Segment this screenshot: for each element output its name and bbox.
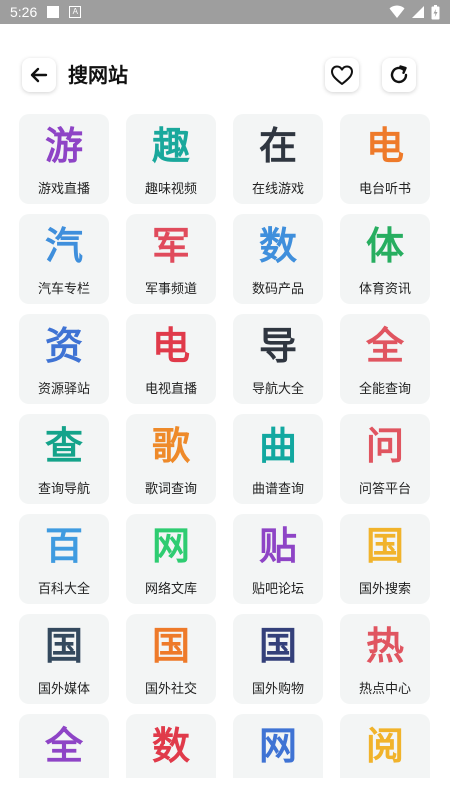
tile-label: 全能查询 [358, 382, 411, 397]
site-category-tile[interactable]: 热热点中心 [340, 614, 430, 704]
heart-icon [331, 65, 353, 85]
tile-label: 资源驿站 [37, 382, 90, 397]
tile-icon-char: 体 [365, 224, 404, 268]
site-category-tile[interactable]: 趣趣味视频 [126, 114, 216, 204]
refresh-button[interactable] [382, 58, 416, 92]
signal-icon [412, 6, 424, 18]
tile-icon-char: 数 [151, 724, 190, 768]
site-category-tile[interactable]: 贴贴吧论坛 [233, 514, 323, 604]
tile-icon-char: 国 [44, 624, 83, 668]
tile-icon-char: 趣 [151, 124, 190, 168]
tile-icon-char: 导 [258, 324, 297, 368]
tile-icon-char: 军 [151, 224, 190, 268]
site-category-tile[interactable]: 全全能查询 [340, 314, 430, 404]
tile-label: 电台听书 [358, 182, 411, 197]
tile-label: 曲谱查询 [251, 482, 304, 497]
notification-icon [47, 6, 60, 18]
tile-icon-char: 查 [44, 424, 83, 468]
tile-icon-char: 国 [365, 524, 404, 568]
site-category-tile[interactable]: 在在线游戏 [233, 114, 323, 204]
tile-label: 国外社交 [144, 682, 197, 697]
site-category-tile[interactable]: 歌歌词查询 [126, 414, 216, 504]
tile-icon-char: 在 [258, 124, 297, 168]
tile-icon-char: 曲 [258, 424, 297, 468]
site-category-tile[interactable]: 电电视直播 [126, 314, 216, 404]
tile-label: 游戏直播 [37, 182, 90, 197]
tile-label: 歌词查询 [144, 482, 197, 497]
tile-icon-char: 电 [151, 324, 190, 368]
tile-icon-char: 国 [258, 624, 297, 668]
tile-icon-char: 游 [44, 124, 83, 168]
site-category-tile[interactable]: 数数码产品 [233, 214, 323, 304]
site-category-tile[interactable]: 百百科大全 [19, 514, 109, 604]
tile-icon-char: 网 [258, 724, 297, 768]
site-category-tile[interactable]: 国国外社交 [126, 614, 216, 704]
tile-icon-char: 国 [151, 624, 190, 668]
site-category-tile[interactable]: 全 [19, 714, 109, 778]
site-category-tile[interactable]: 国国外购物 [233, 614, 323, 704]
tile-icon-char: 网 [151, 524, 190, 568]
a-badge-icon: A [69, 6, 82, 18]
site-category-tile[interactable]: 体体育资讯 [340, 214, 430, 304]
tile-icon-char: 贴 [258, 524, 297, 568]
tile-label: 导航大全 [251, 382, 304, 397]
site-category-tile[interactable]: 网 [233, 714, 323, 778]
site-category-tile[interactable]: 游游戏直播 [19, 114, 109, 204]
site-category-tile[interactable]: 国国外媒体 [19, 614, 109, 704]
site-category-tile[interactable]: 汽汽车专栏 [19, 214, 109, 304]
tile-label: 趣味视频 [144, 182, 197, 197]
tile-icon-char: 全 [44, 724, 83, 768]
tile-label: 体育资讯 [358, 282, 411, 297]
tile-label: 汽车专栏 [37, 282, 90, 297]
tile-icon-char: 全 [365, 324, 404, 368]
tile-label: 电视直播 [144, 382, 197, 397]
site-category-tile[interactable]: 阅 [340, 714, 430, 778]
site-category-tile[interactable]: 导导航大全 [233, 314, 323, 404]
tile-icon-char: 电 [365, 124, 404, 168]
tile-icon-char: 问 [365, 424, 404, 468]
site-category-tile[interactable]: 资资源驿站 [19, 314, 109, 404]
tile-label: 数码产品 [251, 282, 304, 297]
tile-label: 国外媒体 [37, 682, 90, 697]
back-button[interactable] [22, 58, 56, 92]
favorite-button[interactable] [325, 58, 359, 92]
tile-icon-char: 热 [365, 624, 404, 668]
tile-label: 热点中心 [358, 682, 411, 697]
tile-icon-char: 百 [44, 524, 83, 568]
header: 搜网站 [0, 52, 450, 98]
tile-label: 查询导航 [37, 482, 90, 497]
tile-label: 国外搜索 [358, 582, 411, 597]
status-time: 5:26 [10, 4, 38, 20]
tile-label: 军事频道 [144, 282, 197, 297]
refresh-icon [390, 65, 408, 84]
battery-icon [431, 4, 440, 19]
status-bar: 5:26 A [0, 0, 450, 24]
site-category-tile[interactable]: 问问答平台 [340, 414, 430, 504]
tile-icon-char: 汽 [44, 224, 83, 268]
tile-label: 网络文库 [144, 582, 197, 597]
tile-label: 国外购物 [251, 682, 304, 697]
wifi-icon [389, 5, 405, 18]
tile-icon-char: 歌 [151, 424, 190, 468]
site-category-tile[interactable]: 网网络文库 [126, 514, 216, 604]
tile-label: 百科大全 [37, 582, 90, 597]
tile-icon-char: 数 [258, 224, 297, 268]
site-category-tile[interactable]: 军军事频道 [126, 214, 216, 304]
site-category-tile[interactable]: 电电台听书 [340, 114, 430, 204]
tile-icon-char: 资 [44, 324, 83, 368]
site-category-tile[interactable]: 数 [126, 714, 216, 778]
tile-label: 问答平台 [358, 482, 411, 497]
page-title: 搜网站 [68, 63, 128, 87]
tile-label: 在线游戏 [251, 182, 304, 197]
site-category-grid: 游游戏直播趣趣味视频在在线游戏电电台听书汽汽车专栏军军事频道数数码产品体体育资讯… [19, 114, 431, 778]
arrow-left-icon [30, 67, 48, 83]
site-category-tile[interactable]: 查查询导航 [19, 414, 109, 504]
tile-icon-char: 阅 [365, 724, 404, 768]
site-category-tile[interactable]: 曲曲谱查询 [233, 414, 323, 504]
site-category-tile[interactable]: 国国外搜索 [340, 514, 430, 604]
tile-label: 贴吧论坛 [251, 582, 304, 597]
